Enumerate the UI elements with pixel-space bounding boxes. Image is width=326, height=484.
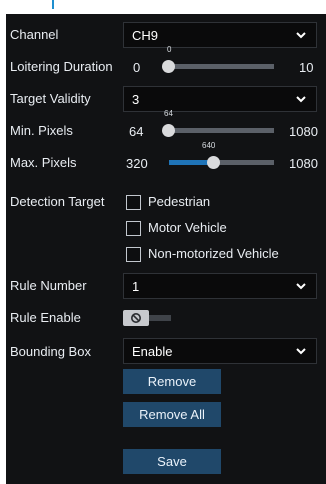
slider-thumb[interactable] [207,156,220,169]
rule-number-select[interactable]: 1 [123,273,317,299]
motor-vehicle-checkbox-label: Motor Vehicle [148,220,227,235]
bounding-box-value: Enable [132,344,173,359]
slider-current-value: 640 [202,141,216,150]
max-pixels-slider[interactable]: 640 [169,141,274,171]
non-motorized-vehicle-checkbox[interactable] [126,247,141,262]
max-pixels-min-value: 320 [126,156,148,171]
detection-target-label: Detection Target [10,194,105,209]
slider-track [164,128,274,133]
remove-all-button[interactable]: Remove All [123,402,221,427]
channel-select-value: CH9 [132,28,159,43]
target-validity-label: Target Validity [10,91,91,106]
channel-label: Channel [10,27,59,42]
chevron-down-icon [296,96,306,103]
channel-select[interactable]: CH9 [123,22,317,48]
target-validity-select[interactable]: 3 [123,86,317,112]
disabled-icon [131,313,141,323]
rule-enable-toggle[interactable] [123,310,175,326]
max-pixels-max-value: 1080 [289,156,318,171]
min-pixels-max-value: 1080 [289,124,318,139]
toggle-knob[interactable] [123,310,149,326]
slider-track [164,64,274,69]
chevron-down-icon [296,283,306,290]
min-pixels-slider[interactable]: 64 [162,109,274,139]
loitering-duration-slider[interactable]: 0 [162,45,274,75]
remove-button[interactable]: Remove [123,369,221,394]
chevron-down-icon [296,348,306,355]
settings-panel: Channel CH9 Loitering Duration 0 0 10 Ta… [6,14,326,484]
bounding-box-select[interactable]: Enable [123,338,317,364]
rule-number-label: Rule Number [10,278,87,293]
loitering-min-value: 0 [133,60,141,75]
top-accent-line [52,0,68,9]
chevron-down-icon [296,32,306,39]
motor-vehicle-checkbox[interactable] [126,221,141,236]
loitering-max-value: 10 [299,60,314,75]
slider-current-value: 0 [167,45,172,54]
min-pixels-min-value: 64 [129,124,144,139]
pedestrian-checkbox-label: Pedestrian [148,194,211,209]
slider-thumb[interactable] [162,124,175,137]
target-validity-value: 3 [132,92,140,107]
min-pixels-label: Min. Pixels [10,123,73,138]
rule-enable-label: Rule Enable [10,310,81,325]
non-motorized-vehicle-checkbox-label: Non-motorized Vehicle [148,246,279,261]
slider-current-value: 64 [164,109,173,118]
max-pixels-label: Max. Pixels [10,155,77,170]
rule-number-value: 1 [132,279,140,294]
pedestrian-checkbox[interactable] [126,195,141,210]
save-button[interactable]: Save [123,449,221,474]
slider-thumb[interactable] [162,60,175,73]
top-strip [0,0,326,14]
loitering-duration-label: Loitering Duration [10,59,113,74]
bounding-box-label: Bounding Box [10,344,91,359]
